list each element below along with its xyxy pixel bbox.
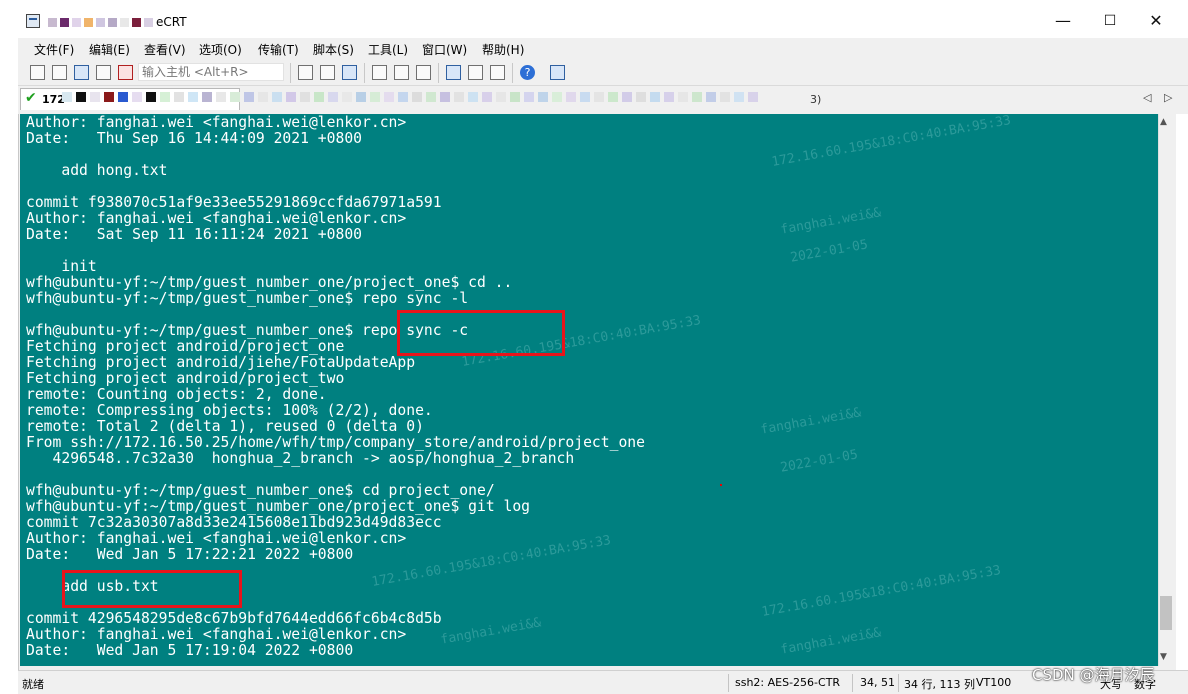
terminal-line: wfh@ubuntu-yf:~/tmp/guest_number_one$ cd… (26, 482, 495, 499)
menu-transfer[interactable]: 传输(T) (258, 41, 299, 58)
menu-edit[interactable]: 编辑(E) (89, 41, 130, 58)
help-icon[interactable]: ? (520, 65, 535, 80)
printer-icon[interactable] (416, 65, 431, 80)
disconnect-icon[interactable] (118, 65, 133, 80)
terminal-watermark: fanghai.wei&& (779, 625, 883, 658)
connected-check-icon: ✔ (25, 90, 37, 106)
status-separator (852, 674, 853, 692)
menu-window[interactable]: 窗口(W) (422, 41, 467, 58)
background-window-edge (1176, 114, 1188, 670)
menu-script[interactable]: 脚本(S) (313, 41, 354, 58)
terminal-watermark: 2022-01-05 (779, 447, 859, 476)
terminal-line: Date: Thu Sep 16 14:44:09 2021 +0800 (26, 130, 363, 147)
menu-options[interactable]: 选项(O) (199, 41, 242, 58)
terminal-line: Date: Wed Jan 5 17:19:04 2022 +0800 (26, 642, 354, 659)
quick-connect-input[interactable]: 输入主机 <Alt+R> (138, 63, 284, 81)
terminal-line: Date: Wed Jan 5 17:22:21 2022 +0800 (26, 546, 354, 563)
terminal-line: remote: Compressing objects: 100% (2/2),… (26, 402, 433, 419)
terminal-line: 4296548..7c32a30 honghua_2_branch -> aos… (26, 450, 575, 467)
connect-icon[interactable] (30, 65, 45, 80)
status-separator (728, 674, 729, 692)
close-button[interactable]: ✕ (1139, 8, 1173, 34)
redacted-tab-names (62, 92, 762, 106)
menu-bar (18, 38, 1188, 60)
sftp-icon[interactable] (550, 65, 565, 80)
print-setup-icon[interactable] (394, 65, 409, 80)
status-ready: 就绪 (22, 678, 44, 691)
paste-icon[interactable] (320, 65, 335, 80)
window-title: eCRT (48, 15, 187, 29)
maximize-button[interactable]: ☐ (1093, 8, 1127, 34)
scrollbar-thumb[interactable] (1160, 596, 1172, 630)
window-title-text: eCRT (156, 15, 187, 29)
terminal-line: Author: fanghai.wei <fanghai.wei@lenkor.… (26, 530, 407, 547)
copy-icon[interactable] (298, 65, 313, 80)
toolbar-separator (512, 63, 513, 83)
print-icon[interactable] (372, 65, 387, 80)
menu-help[interactable]: 帮助(H) (482, 41, 524, 58)
status-cursor-position: 34, 51 (860, 676, 895, 689)
connect-in-tab-icon[interactable] (74, 65, 89, 80)
highlight-box-repo-sync (397, 310, 565, 356)
scroll-up-icon[interactable]: ▲ (1160, 117, 1167, 127)
terminal-line: wfh@ubuntu-yf:~/tmp/guest_number_one/pro… (26, 498, 531, 515)
status-cipher: ssh2: AES-256-CTR (735, 676, 841, 689)
menu-view[interactable]: 查看(V) (144, 41, 186, 58)
session-options-icon[interactable] (446, 65, 461, 80)
terminal-line: Date: Sat Sep 11 16:11:24 2021 +0800 (26, 226, 363, 243)
terminal-line: wfh@ubuntu-yf:~/tmp/guest_number_one$ re… (26, 290, 469, 307)
terminal-line: Author: fanghai.wei <fanghai.wei@lenkor.… (26, 210, 407, 227)
terminal-line: Author: fanghai.wei <fanghai.wei@lenkor.… (26, 114, 407, 131)
terminal-view[interactable]: 172.16.60.195&18:C0:40:BA:95:33 fanghai.… (20, 114, 1158, 666)
terminal-watermark: fanghai.wei&& (779, 205, 883, 238)
status-bar (18, 670, 1188, 694)
title-bar[interactable] (18, 0, 1188, 40)
terminal-line: commit 7c32a30307a8d33e2415608e11bd923d4… (26, 514, 442, 531)
terminal-line: add hong.txt (26, 162, 168, 179)
minimize-button[interactable]: — (1046, 8, 1080, 34)
red-dot-marker (720, 484, 722, 486)
securecrt-app-icon[interactable] (26, 14, 40, 28)
terminal-line: wfh@ubuntu-yf:~/tmp/guest_number_one/pro… (26, 274, 513, 291)
toolbar-separator (364, 63, 365, 83)
menu-tools[interactable]: 工具(L) (368, 41, 408, 58)
terminal-line: From ssh://172.16.50.25/home/wfh/tmp/com… (26, 434, 645, 451)
terminal-line: commit f938070c51af9e33ee55291869ccfda67… (26, 194, 442, 211)
toolbar-separator (290, 63, 291, 83)
find-icon[interactable] (342, 65, 357, 80)
terminal-line: init (26, 258, 97, 275)
tab-scroll-left-icon[interactable]: ◁ (1143, 91, 1151, 104)
menu-file[interactable]: 文件(F) (34, 41, 74, 58)
scroll-down-icon[interactable]: ▼ (1160, 652, 1167, 662)
tab-scroll-right-icon[interactable]: ▷ (1164, 91, 1172, 104)
terminal-watermark: 2022-01-05 (789, 237, 869, 266)
vertical-scrollbar[interactable] (1158, 114, 1175, 666)
tab-suffix-text: 3) (810, 93, 822, 106)
terminal-line: Fetching project android/project_two (26, 370, 345, 387)
highlight-box-add-usb (62, 570, 242, 608)
status-terminal-size: 34 行, 113 列 (904, 678, 975, 691)
terminal-watermark: 172.16.60.195&18:C0:40:BA:95:33 (760, 563, 1003, 620)
status-emulation: VT100 (976, 676, 1012, 689)
reconnect-icon[interactable] (96, 65, 111, 80)
terminal-line: Fetching project android/jiehe/FotaUpdat… (26, 354, 416, 371)
global-options-icon[interactable] (468, 65, 483, 80)
terminal-line: commit 4296548295de8c67b9bfd7644edd66fc6… (26, 610, 442, 627)
status-separator (898, 674, 899, 692)
toolbar-separator (438, 63, 439, 83)
terminal-line: remote: Total 2 (delta 1), reused 0 (del… (26, 418, 424, 435)
terminal-watermark: 172.16.60.195&18:C0:40:BA:95:33 (770, 114, 1013, 170)
quick-connect-icon[interactable] (52, 65, 67, 80)
csdn-watermark: CSDN @海月汐辰 (1032, 666, 1155, 684)
terminal-watermark: fanghai.wei&& (759, 405, 863, 438)
terminal-line: remote: Counting objects: 2, done. (26, 386, 327, 403)
terminal-line: Author: fanghai.wei <fanghai.wei@lenkor.… (26, 626, 407, 643)
keymap-icon[interactable] (490, 65, 505, 80)
